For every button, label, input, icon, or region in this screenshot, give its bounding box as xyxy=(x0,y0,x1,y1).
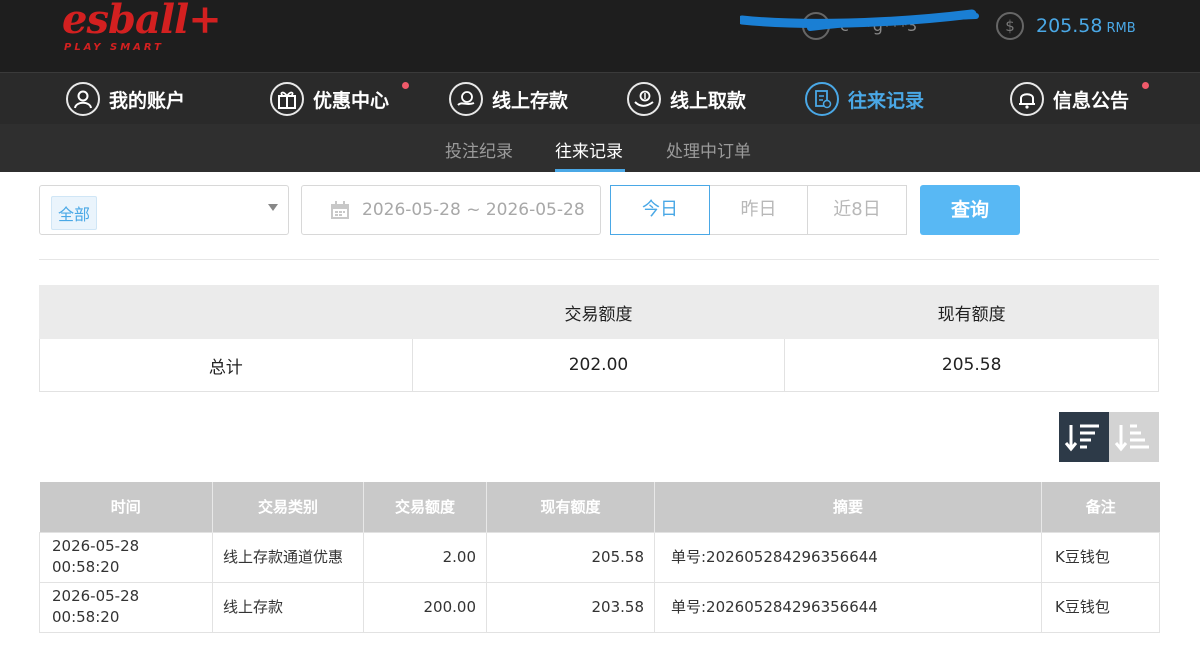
date-range-picker[interactable]: 2026-05-28 ~ 2026-05-28 xyxy=(301,185,601,235)
column-header-balance[interactable]: 现有额度 xyxy=(486,482,655,532)
tab-transaction-records[interactable]: 往来记录 xyxy=(555,137,623,162)
cell-balance: 203.58 xyxy=(486,581,655,633)
cell-type: 线上存款通道优惠 xyxy=(212,531,364,583)
tab-bet-records[interactable]: 投注纪录 xyxy=(445,137,513,162)
date-range-value: 2026-05-28 ~ 2026-05-28 xyxy=(362,200,585,220)
cell-remark: K豆钱包 xyxy=(1041,531,1160,583)
balance-amount: 205.58 xyxy=(1036,15,1103,37)
notification-dot xyxy=(1142,82,1149,89)
cell-summary: 单号:202605284296356644 xyxy=(654,581,1042,633)
records-table: 时间 交易类别 交易额度 现有额度 摘要 备注 2026-05-28 00:58… xyxy=(39,482,1160,633)
column-header-summary[interactable]: 摘要 xyxy=(654,482,1042,532)
summary-transaction-amount: 202.00 xyxy=(411,338,786,392)
notification-dot xyxy=(402,82,409,89)
summary-header-cell: 现有额度 xyxy=(784,285,1159,339)
summary-header-cell: 交易额度 xyxy=(411,285,786,339)
withdraw-icon xyxy=(627,82,661,116)
main-nav: 我的账户 优惠中心 线上存款 线上取款 往来记录 信息公告 xyxy=(0,72,1200,124)
logo-wordmark: esball+ xyxy=(62,0,222,43)
tab-pending-orders[interactable]: 处理中订单 xyxy=(666,137,751,162)
summary-current-balance: 205.58 xyxy=(784,338,1159,392)
nav-label: 信息公告 xyxy=(1053,89,1130,112)
chevron-down-icon xyxy=(268,204,278,211)
balance-unit: RMB xyxy=(1106,21,1136,36)
transaction-type-select[interactable]: 全部 xyxy=(39,185,289,235)
nav-label: 往来记录 xyxy=(848,89,925,112)
yesterday-button[interactable]: 昨日 xyxy=(709,185,808,235)
deposit-icon xyxy=(449,82,483,116)
cell-remark: K豆钱包 xyxy=(1041,581,1160,633)
sub-nav: 投注纪录 往来记录 处理中订单 xyxy=(0,124,1200,172)
nav-label: 我的账户 xyxy=(109,89,186,112)
redaction-scribble xyxy=(740,9,979,31)
cell-amount: 2.00 xyxy=(363,531,487,583)
summary-header-cell xyxy=(39,285,413,339)
today-button[interactable]: 今日 xyxy=(610,185,710,235)
table-row[interactable]: 2026-05-28 00:58:20 线上存款 200.00 203.58 单… xyxy=(39,581,1160,633)
last-8-days-button[interactable]: 近8日 xyxy=(807,185,907,235)
cell-type: 线上存款 xyxy=(212,581,364,633)
summary-header-row: 交易额度 现有额度 xyxy=(39,285,1159,339)
nav-item-account[interactable]: 我的账户 xyxy=(66,79,185,119)
active-tab-indicator xyxy=(555,169,625,172)
column-header-time[interactable]: 时间 xyxy=(39,482,213,532)
cell-amount: 200.00 xyxy=(363,581,487,633)
summary-table: 交易额度 现有额度 总计 202.00 205.58 xyxy=(39,285,1159,392)
user-info[interactable]: c***g***3 xyxy=(740,8,980,48)
top-bar: esball+ PLAY SMART c***g***3 $ 205.58 RMB xyxy=(0,0,1200,72)
dollar-icon: $ xyxy=(996,12,1024,40)
records-icon xyxy=(805,82,839,116)
summary-total-label: 总计 xyxy=(39,338,413,392)
nav-label: 线上取款 xyxy=(670,89,747,112)
sort-ascending-icon xyxy=(1114,424,1149,452)
nav-item-records[interactable]: 往来记录 xyxy=(805,79,924,119)
cell-time: 2026-05-28 00:58:20 xyxy=(39,581,213,633)
sort-ascending-button[interactable] xyxy=(1109,412,1159,462)
column-header-amount[interactable]: 交易额度 xyxy=(363,482,487,532)
cell-balance: 205.58 xyxy=(486,531,655,583)
table-row[interactable]: 2026-05-28 00:58:20 线上存款通道优惠 2.00 205.58… xyxy=(39,531,1160,583)
selected-type-tag: 全部 xyxy=(51,196,98,230)
cell-time: 2026-05-28 00:58:20 xyxy=(39,531,213,583)
nav-item-withdraw[interactable]: 线上取款 xyxy=(627,79,746,119)
calendar-icon xyxy=(331,201,349,219)
divider xyxy=(39,259,1159,260)
bell-icon xyxy=(1010,82,1044,116)
column-header-type[interactable]: 交易类别 xyxy=(212,482,364,532)
nav-item-deposit[interactable]: 线上存款 xyxy=(449,79,568,119)
nav-label: 优惠中心 xyxy=(313,89,390,112)
brand-logo[interactable]: esball+ PLAY SMART xyxy=(62,0,222,56)
gift-icon xyxy=(270,82,304,116)
nav-item-announcements[interactable]: 信息公告 xyxy=(1010,79,1149,119)
nav-item-promotions[interactable]: 优惠中心 xyxy=(270,79,409,119)
column-header-remark[interactable]: 备注 xyxy=(1041,482,1160,532)
nav-label: 线上存款 xyxy=(492,89,569,112)
user-icon xyxy=(66,82,100,116)
records-header-row: 时间 交易类别 交易额度 现有额度 摘要 备注 xyxy=(39,482,1160,532)
wallet-balance[interactable]: 205.58 RMB xyxy=(1036,15,1136,37)
sort-descending-button[interactable] xyxy=(1059,412,1109,462)
sort-descending-icon xyxy=(1064,424,1099,452)
logo-tagline: PLAY SMART xyxy=(64,42,164,53)
query-button[interactable]: 查询 xyxy=(920,185,1020,235)
summary-total-row: 总计 202.00 205.58 xyxy=(39,338,1159,392)
cell-summary: 单号:202605284296356644 xyxy=(654,531,1042,583)
